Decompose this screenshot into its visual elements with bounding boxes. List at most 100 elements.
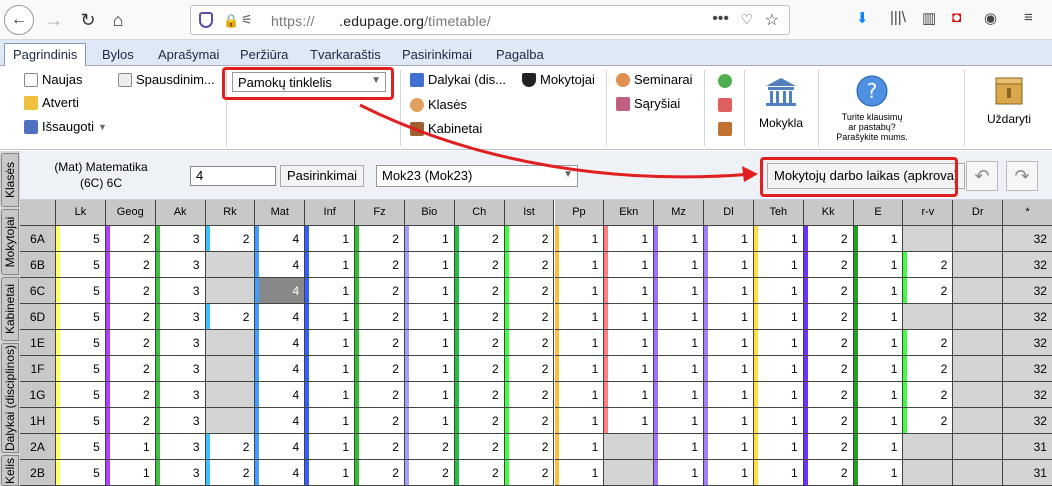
lesson-cell[interactable] [953, 278, 1004, 304]
sidetab-dalykai[interactable]: Dalykai (disciplinos) [1, 343, 19, 453]
lesson-cell[interactable]: 1 [604, 356, 655, 382]
lesson-cell[interactable]: 2 [903, 408, 954, 434]
lesson-cell[interactable] [953, 356, 1004, 382]
lesson-cell[interactable] [604, 434, 655, 460]
column-header[interactable]: Teh [753, 200, 804, 226]
column-header[interactable]: Ekn [604, 200, 655, 226]
lesson-cell[interactable]: 2 [454, 356, 505, 382]
lesson-cell[interactable]: 1 [753, 382, 804, 408]
lesson-cell[interactable]: 1 [305, 460, 356, 486]
lesson-cell[interactable]: 1 [704, 434, 754, 460]
lesson-cell[interactable]: 2 [205, 304, 256, 330]
lesson-cell[interactable]: 4 [255, 278, 306, 304]
lesson-cell[interactable]: 1 [654, 330, 705, 356]
lesson-cell[interactable]: 2 [355, 304, 405, 330]
lesson-cell[interactable] [205, 252, 256, 278]
lesson-cell[interactable]: 1 [853, 408, 904, 434]
lesson-cell[interactable]: 2 [454, 226, 505, 252]
lesson-cell[interactable]: 2 [205, 226, 256, 252]
lesson-cell[interactable]: 1 [105, 434, 156, 460]
lesson-cell[interactable]: 5 [56, 330, 106, 356]
lesson-cell[interactable]: 2 [355, 356, 405, 382]
column-header[interactable]: Ak [155, 200, 206, 226]
lesson-cell[interactable]: 2 [205, 434, 256, 460]
sidetab-klases[interactable]: Klasės [1, 153, 19, 207]
lesson-cell[interactable]: 1 [305, 252, 356, 278]
lesson-cell[interactable]: 3 [155, 382, 206, 408]
lesson-cell[interactable]: 2 [454, 382, 505, 408]
lesson-cell[interactable] [903, 226, 954, 252]
lesson-cell[interactable]: 3 [155, 330, 206, 356]
column-header[interactable]: r-v [903, 200, 954, 226]
lesson-cell[interactable]: 3 [155, 304, 206, 330]
lesson-cell[interactable]: 1 [604, 226, 655, 252]
lesson-cell[interactable]: 1 [853, 382, 904, 408]
lesson-cell[interactable]: 2 [803, 278, 854, 304]
lesson-cell[interactable] [953, 408, 1004, 434]
lesson-cell[interactable]: 1 [105, 460, 156, 486]
sidetab-kabinetai[interactable]: Kabinetai [1, 277, 19, 341]
lesson-cell[interactable]: 5 [56, 434, 106, 460]
lesson-cell[interactable]: 1 [654, 278, 705, 304]
lesson-cell[interactable]: 2 [205, 460, 256, 486]
lesson-cell[interactable]: 1 [404, 382, 455, 408]
lesson-cell[interactable]: 2 [404, 460, 455, 486]
lesson-cell[interactable]: 1 [404, 252, 455, 278]
lesson-cell[interactable]: 1 [404, 278, 455, 304]
lesson-cell[interactable]: 5 [56, 356, 106, 382]
lesson-cell[interactable]: 2 [803, 408, 854, 434]
column-header[interactable]: Inf [305, 200, 356, 226]
lesson-cell[interactable]: 2 [105, 330, 156, 356]
lesson-cell[interactable]: 1 [404, 226, 455, 252]
lesson-cell[interactable]: 1 [753, 278, 804, 304]
lesson-cell[interactable]: 1 [704, 330, 754, 356]
column-header[interactable]: * [1003, 200, 1052, 226]
lesson-cell[interactable]: 1 [554, 460, 605, 486]
lesson-cell[interactable]: 2 [504, 408, 555, 434]
lesson-cell[interactable]: 1 [604, 278, 655, 304]
lesson-cell[interactable]: 3 [155, 356, 206, 382]
lesson-cell[interactable]: 1 [704, 226, 754, 252]
lesson-cell[interactable]: 2 [355, 460, 405, 486]
lesson-cell[interactable] [604, 460, 655, 486]
lesson-cell[interactable]: 1 [404, 304, 455, 330]
lesson-cell[interactable] [953, 330, 1004, 356]
lesson-cell[interactable]: 1 [753, 408, 804, 434]
lesson-cell[interactable]: 1 [753, 304, 804, 330]
lesson-cell[interactable]: 2 [504, 278, 555, 304]
column-header[interactable]: Bio [404, 200, 455, 226]
lesson-cell[interactable]: 1 [654, 434, 705, 460]
row-header[interactable]: 6B [20, 252, 56, 278]
lesson-cell[interactable]: 1 [604, 304, 655, 330]
lesson-cell[interactable]: 1 [853, 252, 904, 278]
row-header[interactable]: 1H [20, 408, 56, 434]
lesson-cell[interactable]: 2 [803, 226, 854, 252]
column-header[interactable]: Rk [205, 200, 256, 226]
lesson-cell[interactable]: 1 [704, 278, 754, 304]
lesson-cell[interactable]: 2 [454, 252, 505, 278]
lesson-cell[interactable]: 4 [255, 356, 306, 382]
lesson-cell[interactable]: 1 [853, 330, 904, 356]
lesson-cell[interactable]: 5 [56, 252, 106, 278]
lesson-cell[interactable]: 2 [803, 304, 854, 330]
lesson-cell[interactable]: 1 [853, 434, 904, 460]
lesson-cell[interactable]: 1 [604, 252, 655, 278]
lesson-cell[interactable]: 1 [654, 408, 705, 434]
lesson-cell[interactable]: 2 [504, 252, 555, 278]
lesson-cell[interactable]: 3 [155, 252, 206, 278]
lesson-cell[interactable]: 2 [903, 252, 954, 278]
lesson-cell[interactable]: 5 [56, 460, 106, 486]
lesson-cell[interactable]: 1 [404, 408, 455, 434]
lesson-cell[interactable] [953, 226, 1004, 252]
lesson-cell[interactable]: 2 [355, 408, 405, 434]
lesson-cell[interactable]: 5 [56, 408, 106, 434]
lesson-cell[interactable]: 3 [155, 226, 206, 252]
lesson-cell[interactable]: 1 [753, 226, 804, 252]
row-header[interactable]: 2A [20, 434, 56, 460]
lesson-cell[interactable] [953, 252, 1004, 278]
lesson-cell[interactable]: 2 [803, 356, 854, 382]
lesson-cell[interactable]: 2 [454, 460, 505, 486]
lesson-cell[interactable]: 1 [554, 434, 605, 460]
lesson-cell[interactable]: 2 [105, 304, 156, 330]
lesson-cell[interactable]: 2 [454, 278, 505, 304]
